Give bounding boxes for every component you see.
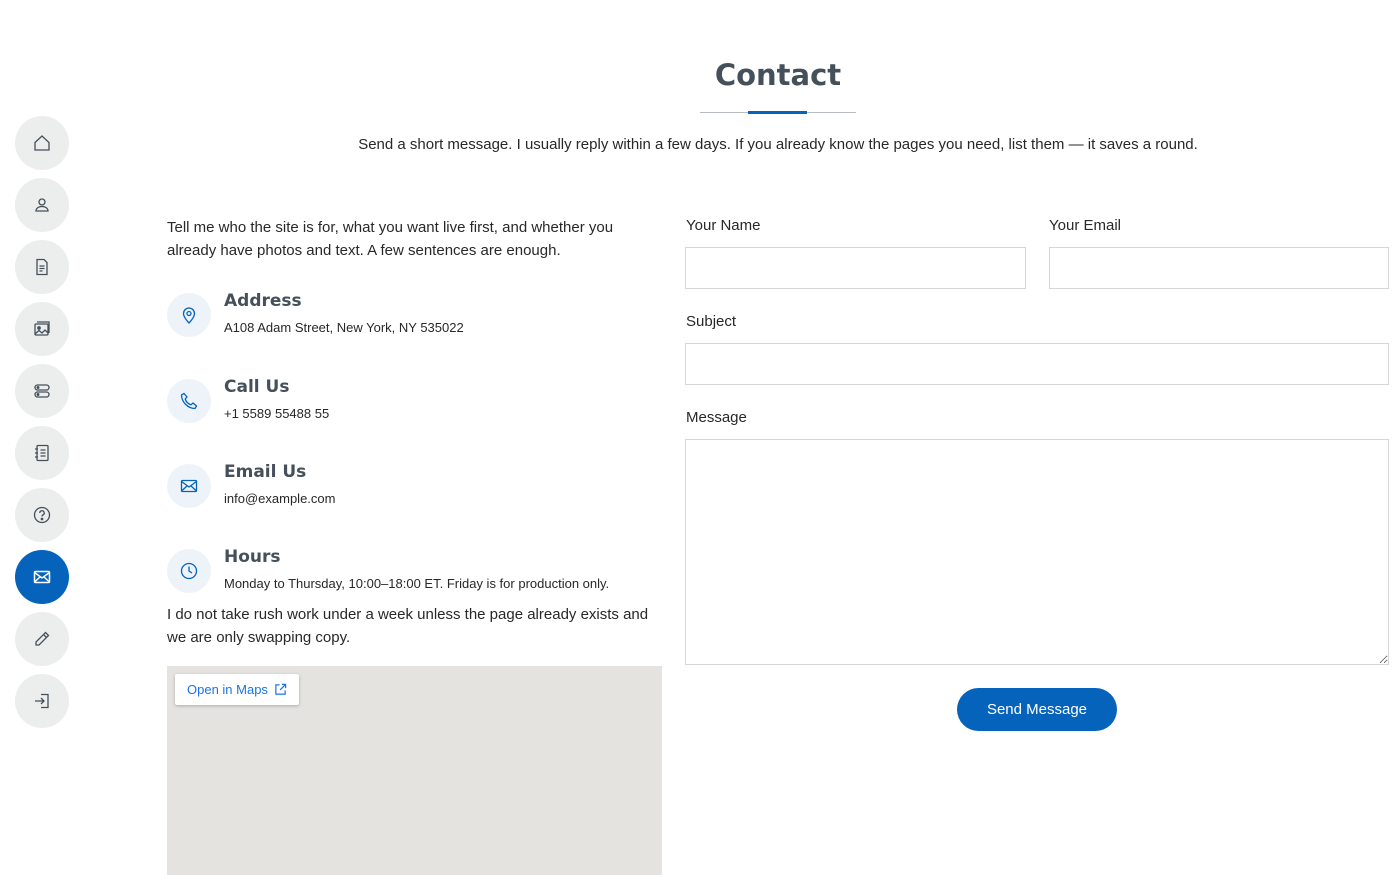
sidebar-nav [15, 116, 69, 736]
email-title: Email Us [224, 462, 307, 482]
address-icon-wrap [167, 293, 211, 337]
email-icon-wrap [167, 464, 211, 508]
external-link-icon [275, 683, 287, 695]
nav-about-button[interactable] [15, 178, 69, 232]
journal-list-icon [35, 444, 49, 462]
rush-work-note: I do not take rush work under a week unl… [167, 606, 649, 646]
message-label: Message [686, 409, 747, 426]
title-accent-bar [748, 111, 807, 114]
name-input[interactable] [685, 247, 1026, 289]
map-embed[interactable]: Open in Maps [167, 666, 662, 875]
page-subtitle: Send a short message. I usually reply wi… [358, 136, 1198, 153]
send-message-button[interactable]: Send Message [957, 688, 1117, 731]
login-icon [35, 693, 49, 709]
nav-faq-button[interactable] [15, 488, 69, 542]
document-icon [36, 258, 48, 276]
address-text: A108 Adam Street, New York, NY 535022 [224, 320, 464, 335]
nav-journal-button[interactable] [15, 426, 69, 480]
open-in-maps-label: Open in Maps [187, 682, 268, 697]
page-title: Contact [714, 58, 842, 92]
nav-contact-button[interactable] [15, 550, 69, 604]
email-text: info@example.com [224, 491, 336, 506]
hours-title: Hours [224, 547, 281, 567]
nav-resume-button[interactable] [15, 240, 69, 294]
phone-icon [180, 392, 198, 410]
person-icon [35, 198, 49, 212]
message-textarea[interactable] [685, 439, 1389, 665]
subject-input[interactable] [685, 343, 1389, 385]
clock-icon [180, 562, 198, 580]
envelope-icon [180, 479, 198, 493]
nav-services-button[interactable] [15, 364, 69, 418]
nav-edit-button[interactable] [15, 612, 69, 666]
envelope-icon [33, 570, 51, 584]
nav-portfolio-button[interactable] [15, 302, 69, 356]
geo-icon [182, 307, 196, 324]
call-title: Call Us [224, 377, 290, 397]
pencil-icon [35, 631, 50, 646]
question-circle-icon [33, 506, 51, 524]
address-title: Address [224, 291, 302, 311]
email-input[interactable] [1049, 247, 1389, 289]
call-text: +1 5589 55488 55 [224, 406, 330, 421]
images-icon [34, 321, 50, 336]
name-label: Your Name [686, 217, 761, 234]
call-icon-wrap [167, 379, 211, 423]
server-icon [34, 384, 50, 398]
nav-login-button[interactable] [15, 674, 69, 728]
subject-label: Subject [686, 313, 737, 330]
hours-text: Monday to Thursday, 10:00–18:00 ET. Frid… [224, 576, 610, 591]
contact-intro: Tell me who the site is for, what you wa… [167, 219, 614, 259]
email-label: Your Email [1049, 217, 1121, 234]
open-in-maps-link[interactable]: Open in Maps [175, 674, 299, 705]
hours-icon-wrap [167, 549, 211, 593]
